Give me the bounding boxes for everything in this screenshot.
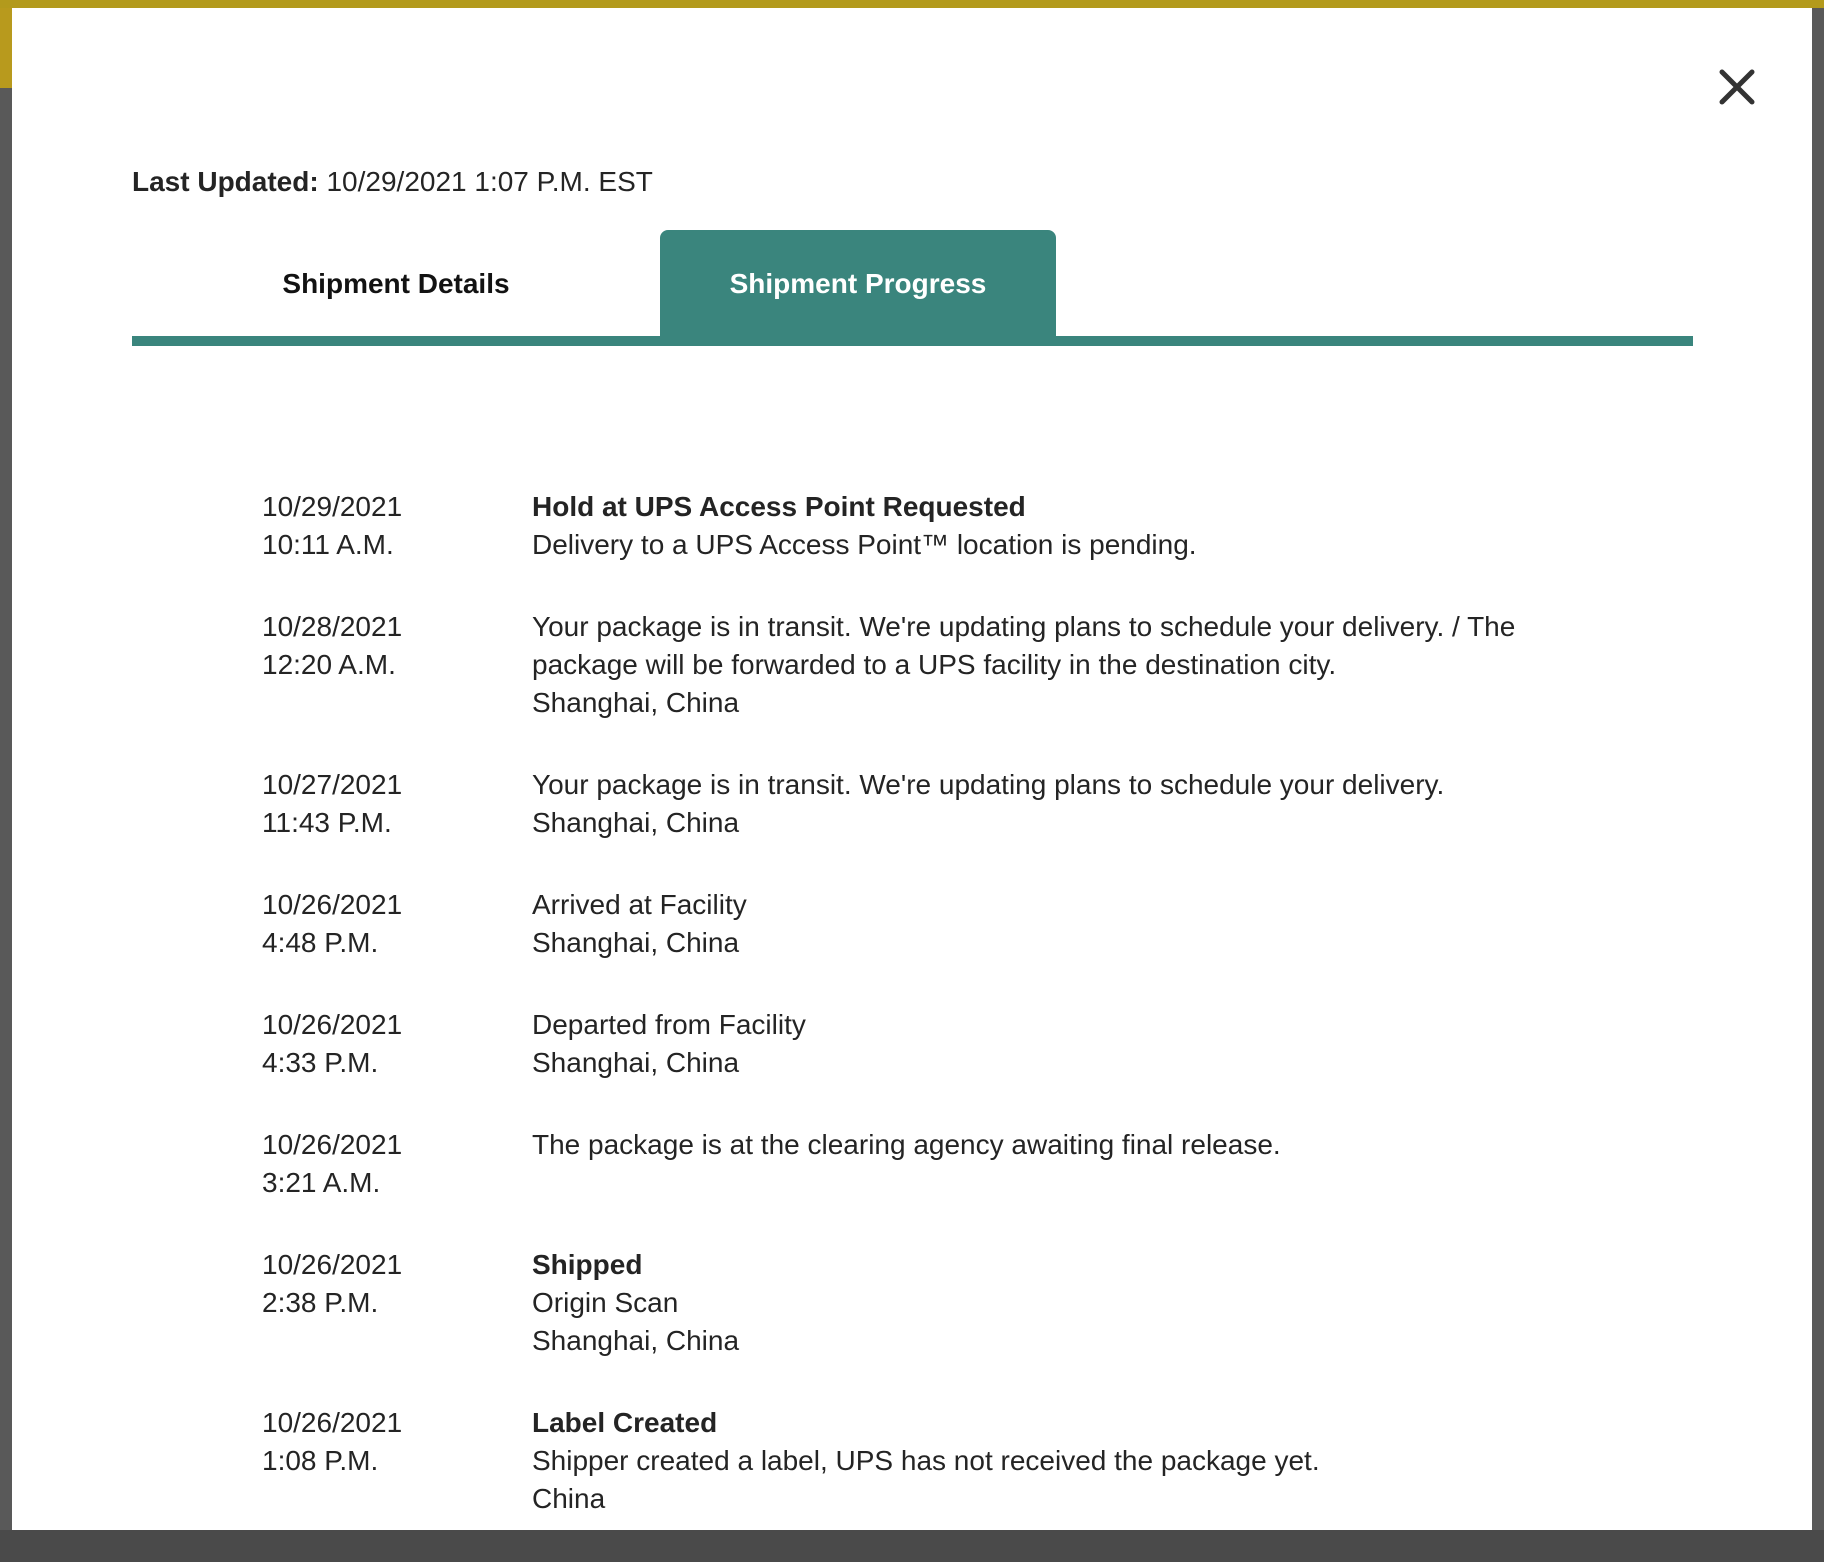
progress-event-list: 10/29/2021 10:11 A.M. Hold at UPS Access P…: [262, 488, 1662, 1562]
event-timestamp: 10/26/2021 4:48 P.M.: [262, 886, 532, 962]
tab-bar: Shipment Details Shipment Progress: [132, 230, 1693, 346]
event-timestamp: 10/26/2021 4:33 P.M.: [262, 1006, 532, 1082]
event-timestamp: 10/29/2021 10:11 A.M.: [262, 488, 532, 564]
shipment-modal: Last Updated: 10/29/2021 1:07 P.M. EST S…: [12, 8, 1812, 1530]
progress-event-row: 10/26/2021 3:21 A.M. The package is at the…: [262, 1126, 1662, 1202]
event-date: 10/28/2021: [262, 611, 403, 642]
event-location: Shanghai, China: [532, 807, 740, 838]
event-description: Origin Scan: [532, 1287, 679, 1318]
event-time: 2:38 P.M.: [262, 1287, 379, 1318]
event-time: 1:08 P.M.: [262, 1445, 379, 1476]
event-description: Departed from Facility: [532, 1009, 806, 1040]
event-date: 10/26/2021: [262, 889, 403, 920]
backdrop-header-strip: [0, 0, 1824, 8]
close-button[interactable]: [1712, 62, 1762, 112]
last-updated: Last Updated: 10/29/2021 1:07 P.M. EST: [132, 166, 653, 198]
progress-event-row: 10/26/2021 2:38 P.M. Shipped Origin Scan Sha…: [262, 1246, 1662, 1360]
event-status: Hold at UPS Access Point Requested: [532, 491, 1026, 522]
event-timestamp: 10/28/2021 12:20 A.M.: [262, 608, 532, 722]
event-date: 10/27/2021: [262, 769, 403, 800]
event-description: Arrived at Facility: [532, 889, 747, 920]
event-time: 4:33 P.M.: [262, 1047, 379, 1078]
event-status: Shipped: [532, 1249, 643, 1280]
event-timestamp: 10/27/2021 11:43 P.M.: [262, 766, 532, 842]
last-updated-label: Last Updated:: [132, 166, 319, 197]
event-details: Arrived at Facility Shanghai, China: [532, 886, 1532, 962]
backdrop-left-strip: [0, 8, 12, 88]
event-timestamp: 10/26/2021 1:08 P.M.: [262, 1404, 532, 1518]
event-location: Shanghai, China: [532, 927, 740, 958]
event-date: 10/26/2021: [262, 1009, 403, 1040]
progress-event-row: 10/28/2021 12:20 A.M. Your package is in t…: [262, 608, 1662, 722]
event-details: Your package is in transit. We're updati…: [532, 608, 1532, 722]
event-details: Your package is in transit. We're updati…: [532, 766, 1532, 842]
progress-event-row: 10/27/2021 11:43 P.M. Your package is in t…: [262, 766, 1662, 842]
close-icon: [1719, 69, 1755, 105]
event-description: Shipper created a label, UPS has not rec…: [532, 1445, 1320, 1476]
event-details: The package is at the clearing agency aw…: [532, 1126, 1532, 1202]
last-updated-value: 10/29/2021 1:07 P.M. EST: [318, 166, 653, 197]
event-time: 3:21 A.M.: [262, 1167, 381, 1198]
event-time: 12:20 A.M.: [262, 649, 396, 680]
progress-event-row: 10/26/2021 1:08 P.M. Label Created Shipper …: [262, 1404, 1662, 1518]
event-details: Hold at UPS Access Point Requested Delive…: [532, 488, 1532, 564]
event-location: China: [532, 1483, 606, 1514]
event-description: Delivery to a UPS Access Point™ location…: [532, 529, 1197, 560]
event-details: Departed from Facility Shanghai, China: [532, 1006, 1532, 1082]
event-date: 10/29/2021: [262, 491, 403, 522]
event-timestamp: 10/26/2021 3:21 A.M.: [262, 1126, 532, 1202]
progress-event-row: 10/29/2021 10:11 A.M. Hold at UPS Access P…: [262, 488, 1662, 564]
event-date: 10/26/2021: [262, 1249, 403, 1280]
event-description: Your package is in transit. We're updati…: [532, 611, 1516, 680]
event-location: Shanghai, China: [532, 1325, 740, 1356]
progress-event-row: 10/26/2021 4:33 P.M. Departed from Facilit…: [262, 1006, 1662, 1082]
event-location: Shanghai, China: [532, 1047, 740, 1078]
event-details: Label Created Shipper created a label, UP…: [532, 1404, 1532, 1518]
event-timestamp: 10/26/2021 2:38 P.M.: [262, 1246, 532, 1360]
tab-shipment-details[interactable]: Shipment Details: [132, 230, 660, 338]
event-description: Your package is in transit. We're updati…: [532, 769, 1445, 800]
event-details: Shipped Origin Scan Shanghai, China: [532, 1246, 1532, 1360]
event-location: Shanghai, China: [532, 687, 740, 718]
event-date: 10/26/2021: [262, 1407, 403, 1438]
event-status: Label Created: [532, 1407, 718, 1438]
event-description: The package is at the clearing agency aw…: [532, 1129, 1281, 1160]
event-time: 4:48 P.M.: [262, 927, 379, 958]
event-time: 10:11 A.M.: [262, 529, 394, 560]
tab-shipment-progress[interactable]: Shipment Progress: [660, 230, 1056, 338]
event-date: 10/26/2021: [262, 1129, 403, 1160]
progress-event-row: 10/26/2021 4:48 P.M. Arrived at Facility Sh…: [262, 886, 1662, 962]
tab-underline: [132, 336, 1693, 346]
event-time: 11:43 P.M.: [262, 807, 392, 838]
